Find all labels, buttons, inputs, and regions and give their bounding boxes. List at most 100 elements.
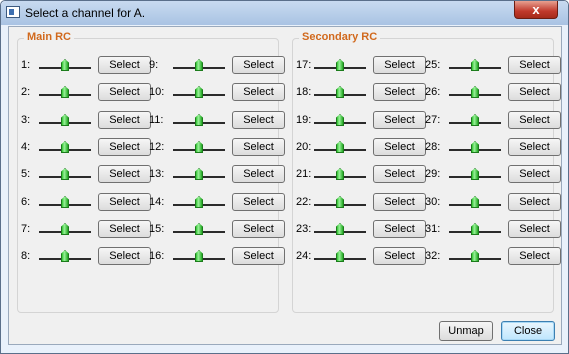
slider-thumb[interactable]: [336, 141, 344, 153]
close-icon[interactable]: x: [514, 1, 558, 19]
channel-12-slider[interactable]: [173, 141, 225, 155]
title-bar[interactable]: Select a channel for A. x: [1, 1, 568, 25]
channel-23-slider[interactable]: [314, 223, 366, 237]
channel-31-slider[interactable]: [449, 223, 501, 237]
slider-thumb[interactable]: [336, 196, 344, 208]
channel-27-slider[interactable]: [449, 114, 501, 128]
select-channel-5-button[interactable]: Select: [98, 165, 151, 183]
select-channel-21-button[interactable]: Select: [373, 165, 426, 183]
slider-thumb[interactable]: [61, 168, 69, 180]
close-button[interactable]: Close: [501, 321, 555, 341]
slider-thumb[interactable]: [61, 141, 69, 153]
channel-11-slider[interactable]: [173, 114, 225, 128]
slider-thumb[interactable]: [336, 86, 344, 98]
channel-22-slider[interactable]: [314, 196, 366, 210]
slider-thumb[interactable]: [61, 86, 69, 98]
slider-thumb[interactable]: [336, 114, 344, 126]
select-channel-28-button[interactable]: Select: [508, 138, 561, 156]
channel-9-slider[interactable]: [173, 59, 225, 73]
channel-18-slider[interactable]: [314, 86, 366, 100]
select-channel-19-button[interactable]: Select: [373, 111, 426, 129]
slider-thumb[interactable]: [471, 86, 479, 98]
channel-13-slider[interactable]: [173, 168, 225, 182]
slider-thumb[interactable]: [61, 196, 69, 208]
select-channel-9-button[interactable]: Select: [232, 56, 285, 74]
slider-thumb[interactable]: [471, 223, 479, 235]
slider-thumb[interactable]: [195, 86, 203, 98]
select-channel-11-button[interactable]: Select: [232, 111, 285, 129]
select-channel-29-button[interactable]: Select: [508, 165, 561, 183]
slider-thumb[interactable]: [195, 59, 203, 71]
channel-14-slider[interactable]: [173, 196, 225, 210]
select-channel-31-button[interactable]: Select: [508, 220, 561, 238]
channel-29-slider[interactable]: [449, 168, 501, 182]
slider-thumb[interactable]: [471, 141, 479, 153]
channel-8-slider[interactable]: [39, 250, 91, 264]
slider-thumb[interactable]: [195, 196, 203, 208]
slider-thumb[interactable]: [336, 59, 344, 71]
select-channel-23-button[interactable]: Select: [373, 220, 426, 238]
select-channel-30-button[interactable]: Select: [508, 193, 561, 211]
channel-10-slider[interactable]: [173, 86, 225, 100]
slider-thumb[interactable]: [471, 250, 479, 262]
select-channel-13-button[interactable]: Select: [232, 165, 285, 183]
channel-19-slider[interactable]: [314, 114, 366, 128]
select-channel-2-button[interactable]: Select: [98, 83, 151, 101]
slider-thumb[interactable]: [195, 168, 203, 180]
slider-thumb[interactable]: [61, 114, 69, 126]
slider-thumb[interactable]: [336, 168, 344, 180]
channel-24-slider[interactable]: [314, 250, 366, 264]
slider-thumb[interactable]: [61, 59, 69, 71]
select-channel-1-button[interactable]: Select: [98, 56, 151, 74]
channel-17-slider[interactable]: [314, 59, 366, 73]
select-channel-17-button[interactable]: Select: [373, 56, 426, 74]
slider-thumb[interactable]: [336, 223, 344, 235]
select-channel-22-button[interactable]: Select: [373, 193, 426, 211]
select-channel-14-button[interactable]: Select: [232, 193, 285, 211]
slider-thumb[interactable]: [195, 250, 203, 262]
select-channel-25-button[interactable]: Select: [508, 56, 561, 74]
channel-6-slider[interactable]: [39, 196, 91, 210]
channel-4-slider[interactable]: [39, 141, 91, 155]
channel-26-slider[interactable]: [449, 86, 501, 100]
select-channel-4-button[interactable]: Select: [98, 138, 151, 156]
slider-thumb[interactable]: [195, 141, 203, 153]
select-channel-18-button[interactable]: Select: [373, 83, 426, 101]
slider-thumb[interactable]: [61, 223, 69, 235]
channel-30-slider[interactable]: [449, 196, 501, 210]
channel-15-slider[interactable]: [173, 223, 225, 237]
channel-5-slider[interactable]: [39, 168, 91, 182]
select-channel-6-button[interactable]: Select: [98, 193, 151, 211]
select-channel-32-button[interactable]: Select: [508, 247, 561, 265]
slider-thumb[interactable]: [471, 196, 479, 208]
channel-25-slider[interactable]: [449, 59, 501, 73]
slider-thumb[interactable]: [195, 114, 203, 126]
select-channel-3-button[interactable]: Select: [98, 111, 151, 129]
select-channel-26-button[interactable]: Select: [508, 83, 561, 101]
slider-thumb[interactable]: [195, 223, 203, 235]
select-channel-8-button[interactable]: Select: [98, 247, 151, 265]
channel-3-slider[interactable]: [39, 114, 91, 128]
select-channel-16-button[interactable]: Select: [232, 247, 285, 265]
select-channel-10-button[interactable]: Select: [232, 83, 285, 101]
channel-32-slider[interactable]: [449, 250, 501, 264]
slider-thumb[interactable]: [61, 250, 69, 262]
select-channel-7-button[interactable]: Select: [98, 220, 151, 238]
channel-2-slider[interactable]: [39, 86, 91, 100]
unmap-button[interactable]: Unmap: [439, 321, 493, 341]
select-channel-15-button[interactable]: Select: [232, 220, 285, 238]
select-channel-20-button[interactable]: Select: [373, 138, 426, 156]
channel-20-slider[interactable]: [314, 141, 366, 155]
channel-28-slider[interactable]: [449, 141, 501, 155]
slider-thumb[interactable]: [336, 250, 344, 262]
select-channel-24-button[interactable]: Select: [373, 247, 426, 265]
channel-1-slider[interactable]: [39, 59, 91, 73]
channel-7-slider[interactable]: [39, 223, 91, 237]
slider-thumb[interactable]: [471, 59, 479, 71]
slider-thumb[interactable]: [471, 168, 479, 180]
select-channel-12-button[interactable]: Select: [232, 138, 285, 156]
channel-16-slider[interactable]: [173, 250, 225, 264]
channel-21-slider[interactable]: [314, 168, 366, 182]
slider-thumb[interactable]: [471, 114, 479, 126]
select-channel-27-button[interactable]: Select: [508, 111, 561, 129]
